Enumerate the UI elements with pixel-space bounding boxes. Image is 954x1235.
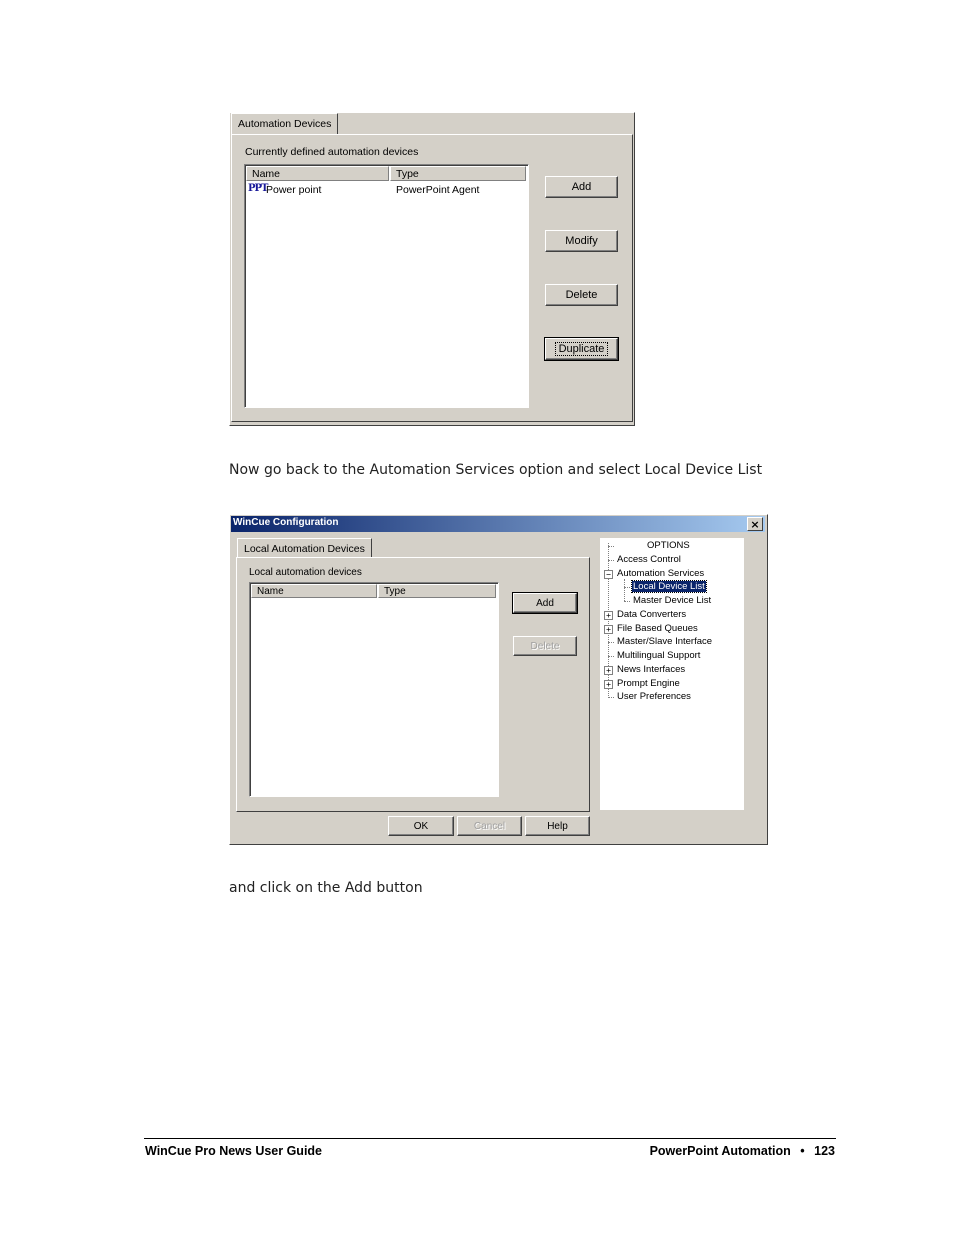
expand-icon[interactable]: + (604, 666, 613, 675)
expand-icon[interactable]: + (604, 625, 613, 634)
help-button[interactable]: Help (525, 816, 590, 836)
expand-icon[interactable]: + (604, 611, 613, 620)
tree-connector (608, 642, 614, 643)
tree-item-prompt-engine[interactable]: Prompt Engine (617, 678, 680, 689)
add-button[interactable]: Add (545, 176, 618, 198)
tree-item-access-control[interactable]: Access Control (617, 554, 681, 565)
tree-connector (608, 656, 614, 657)
footer-section: PowerPoint Automation (649, 1144, 791, 1158)
group-label: Currently defined automation devices (245, 146, 419, 158)
instruction-text-2: and click on the Add button (229, 880, 423, 896)
duplicate-button-label: Duplicate (554, 342, 609, 356)
collapse-icon[interactable]: − (604, 570, 613, 579)
tab-label: Local Automation Devices (244, 542, 365, 555)
footer-page-info: PowerPoint Automation • 123 (650, 1144, 835, 1158)
options-tree[interactable]: OPTIONS Access Control − Automation Serv… (600, 538, 744, 810)
tree-connector (608, 546, 614, 547)
add-button-label: Add (536, 597, 554, 609)
column-header-type[interactable]: Type (378, 584, 496, 598)
add-button-label: Add (571, 181, 592, 193)
local-device-list[interactable] (249, 582, 499, 797)
tab-local-automation-devices[interactable]: Local Automation Devices (237, 538, 372, 558)
cancel-button[interactable]: Cancel (457, 816, 522, 836)
list-item[interactable]: PPT Power point PowerPoint Agent (248, 183, 524, 197)
tree-item-user-preferences[interactable]: User Preferences (617, 691, 691, 702)
help-button-label: Help (547, 820, 568, 832)
modify-button[interactable]: Modify (545, 230, 618, 252)
device-type: PowerPoint Agent (396, 184, 480, 196)
tree-item-file-based-queues[interactable]: File Based Queues (617, 623, 698, 634)
device-list[interactable] (244, 164, 529, 408)
tree-item-data-converters[interactable]: Data Converters (617, 609, 686, 620)
device-name: Power point (266, 184, 322, 196)
tree-line (624, 579, 625, 601)
footer-guide-title: WinCue Pro News User Guide (145, 1144, 323, 1158)
tree-connector (608, 560, 614, 561)
instruction-text-1: Now go back to the Automation Services o… (229, 462, 763, 478)
cancel-button-label: Cancel (473, 820, 506, 832)
ok-button[interactable]: OK (388, 816, 454, 836)
bullet-icon: • (800, 1144, 805, 1158)
column-header-name[interactable]: Name (251, 584, 377, 598)
delete-button-label: Delete (530, 640, 560, 652)
footer-rule (144, 1138, 836, 1139)
tab-label: Automation Devices (238, 118, 332, 130)
close-icon: × (750, 517, 760, 531)
delete-button-label: Delete (565, 289, 598, 301)
tree-connector (624, 587, 630, 588)
tree-item-local-device-list[interactable]: Local Device List (631, 580, 707, 593)
column-header-type[interactable]: Type (390, 166, 526, 181)
page-number: 123 (814, 1144, 835, 1158)
window-title: WinCue Configuration (233, 517, 339, 528)
column-header-name[interactable]: Name (246, 166, 389, 181)
close-button[interactable]: × (747, 517, 763, 531)
duplicate-button[interactable]: Duplicate (544, 337, 619, 361)
modify-button-label: Modify (565, 235, 598, 247)
tree-connector (624, 601, 630, 602)
tree-item-automation-services[interactable]: Automation Services (617, 568, 704, 579)
delete-button[interactable]: Delete (513, 636, 577, 656)
tree-item-multilingual-support[interactable]: Multilingual Support (617, 650, 700, 661)
tree-item-master-slave-interface[interactable]: Master/Slave Interface (617, 636, 712, 647)
tree-item-master-device-list[interactable]: Master Device List (633, 595, 711, 606)
group-label: Local automation devices (249, 567, 362, 578)
tab-automation-devices[interactable]: Automation Devices (231, 113, 339, 134)
add-button[interactable]: Add (512, 592, 578, 614)
title-bar[interactable]: WinCue Configuration × (231, 516, 765, 532)
delete-button[interactable]: Delete (545, 284, 618, 306)
ok-button-label: OK (413, 820, 429, 832)
expand-icon[interactable]: + (604, 680, 613, 689)
tree-connector (608, 697, 614, 698)
powerpoint-icon: PPT (248, 183, 269, 194)
tree-item-news-interfaces[interactable]: News Interfaces (617, 664, 685, 675)
tree-root-options[interactable]: OPTIONS (647, 540, 690, 551)
